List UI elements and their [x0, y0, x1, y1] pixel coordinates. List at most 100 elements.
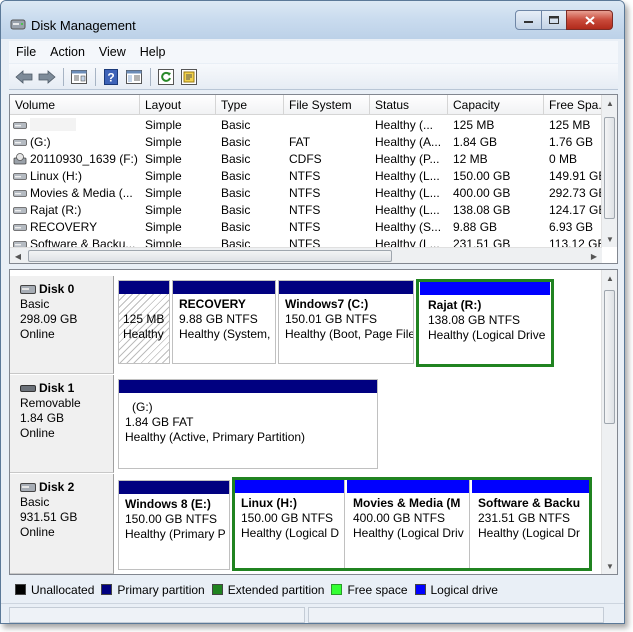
cell-layout: Simple	[145, 118, 182, 132]
partition-recovery[interactable]: RECOVERY 9.88 GB NTFS Healthy (System,	[172, 280, 276, 364]
partition-size: 400.00 GB NTFS	[353, 511, 446, 525]
legend-label: Primary partition	[117, 582, 205, 597]
menu-file[interactable]: File	[9, 45, 43, 59]
disk-info[interactable]: Disk 0 Basic 298.09 GB Online	[10, 276, 114, 374]
partition-title: Software & Backu	[478, 496, 581, 510]
minimize-icon	[524, 21, 533, 23]
disk-info[interactable]: Disk 1 Removable 1.84 GB Online	[10, 375, 114, 473]
title-bar[interactable]: Disk Management	[1, 1, 624, 39]
partition-status: Healthy (Logical D	[241, 526, 340, 540]
table-row[interactable]: Movies & Media (... Simple Basic NTFS Health…	[10, 185, 602, 202]
scrollbar-thumb[interactable]	[604, 117, 615, 219]
console-tree-button[interactable]	[123, 67, 145, 87]
partition-software-backup[interactable]: Software & Backu 231.51 GB NTFS Healthy …	[472, 480, 589, 568]
scroll-down-icon[interactable]: ▼	[602, 558, 617, 574]
scroll-left-icon[interactable]: ◀	[10, 248, 26, 263]
column-header-capacity[interactable]: Capacity	[448, 95, 544, 115]
partition-type-bar	[472, 480, 589, 493]
cell-free-space: 292.73 GB	[549, 186, 602, 200]
table-row[interactable]: Linux (H:) Simple Basic NTFS Healthy (L... 15…	[10, 168, 602, 185]
partition-movies-media[interactable]: Movies & Media (M 400.00 GB NTFS Healthy…	[347, 480, 470, 568]
maximize-button[interactable]	[541, 10, 567, 30]
menu-action[interactable]: Action	[43, 45, 92, 59]
toolbar-separator	[150, 67, 151, 86]
settings-icon	[181, 68, 197, 85]
disk-row: Disk 2 Basic 931.51 GB Online Windows 8 …	[10, 474, 602, 574]
partition-windows8[interactable]: Windows 8 (E:) 150.00 GB NTFS Healthy (P…	[118, 480, 230, 570]
cell-layout: Simple	[145, 152, 182, 166]
disk-row: Disk 0 Basic 298.09 GB Online 125 MB Hea…	[10, 276, 602, 374]
volume-drive-icon	[13, 207, 27, 214]
partition-size: 1.84 GB FAT	[125, 415, 194, 429]
partition-rajat[interactable]: Rajat (R:) 138.08 GB NTFS Healthy (Logic…	[420, 282, 550, 364]
minimize-button[interactable]	[515, 10, 542, 30]
scrollbar-thumb[interactable]	[28, 250, 392, 262]
cell-status: Healthy (S...	[375, 220, 442, 234]
extended-partition[interactable]: Linux (H:) 150.00 GB NTFS Healthy (Logic…	[232, 477, 592, 571]
partition-size: 125 MB	[123, 312, 165, 326]
refresh-button[interactable]	[155, 67, 177, 87]
help-button[interactable]: ?	[100, 67, 122, 87]
settings-button[interactable]	[178, 67, 200, 87]
table-row[interactable]: Simple Basic Healthy (... 125 MB 125 MB	[10, 117, 602, 134]
forward-button[interactable]	[36, 67, 58, 87]
volume-name: (G:)	[30, 135, 51, 149]
column-header-file-system[interactable]: File System	[284, 95, 370, 115]
partition-unlabeled[interactable]: 125 MB Healthy	[118, 280, 170, 364]
table-row[interactable]: RECOVERY Simple Basic NTFS Healthy (S... 9.88…	[10, 219, 602, 236]
refresh-icon	[158, 68, 174, 85]
column-header-volume[interactable]: Volume	[10, 95, 140, 115]
cell-free-space: 125 MB	[549, 118, 591, 132]
partition-body: Rajat (R:) 138.08 GB NTFS Healthy (Logic…	[420, 295, 550, 364]
cell-free-space: 6.93 GB	[549, 220, 594, 234]
scroll-right-icon[interactable]: ▶	[586, 248, 602, 263]
table-row[interactable]: Rajat (R:) Simple Basic NTFS Healthy (L... 13…	[10, 202, 602, 219]
scroll-up-icon[interactable]: ▲	[602, 95, 617, 111]
column-header-layout[interactable]: Layout	[140, 95, 216, 115]
properties-button[interactable]	[68, 67, 90, 87]
partition-size: 150.00 GB NTFS	[125, 512, 218, 526]
volume-drive-icon	[13, 122, 27, 129]
table-row[interactable]: 20110930_1639 (F:) Simple Basic CDFS Healthy…	[10, 151, 602, 168]
close-button[interactable]	[566, 10, 613, 30]
disk-info[interactable]: Disk 2 Basic 931.51 GB Online	[10, 474, 114, 574]
scrollbar-thumb[interactable]	[604, 290, 615, 424]
cell-volume: (G:)	[10, 134, 140, 151]
cell-volume: Rajat (R:)	[10, 202, 140, 219]
back-button[interactable]	[13, 67, 35, 87]
column-header-status[interactable]: Status	[370, 95, 448, 115]
cell-layout: Simple	[145, 220, 182, 234]
partition-linux[interactable]: Linux (H:) 150.00 GB NTFS Healthy (Logic…	[235, 480, 345, 568]
partition-size: 150.00 GB NTFS	[241, 511, 334, 525]
cell-capacity: 9.88 GB	[453, 220, 498, 234]
window-title: Disk Management	[31, 18, 136, 33]
partition-g[interactable]: (G:) 1.84 GB FAT Healthy (Active, Primar…	[118, 379, 378, 469]
legend-swatch	[101, 584, 113, 595]
volume-name: Rajat (R:)	[30, 203, 82, 217]
table-row[interactable]: (G:) Simple Basic FAT Healthy (A... 1.84 GB 1.…	[10, 134, 602, 151]
volume-list-horizontal-scrollbar[interactable]: ◀ ▶	[10, 247, 602, 263]
menu-help[interactable]: Help	[133, 45, 173, 59]
partition-size: 150.01 GB NTFS	[285, 312, 378, 326]
column-header-free-space[interactable]: Free Spa...	[544, 95, 602, 115]
disk-size: 1.84 GB	[20, 411, 65, 425]
partition-title: Windows7 (C:)	[285, 297, 369, 311]
legend-swatch	[331, 584, 343, 595]
legend-label: Extended partition	[227, 582, 325, 597]
scroll-down-icon[interactable]: ▼	[602, 231, 617, 247]
partition-title: RECOVERY	[179, 297, 246, 311]
volume-list-vertical-scrollbar[interactable]: ▲ ▼	[601, 95, 617, 247]
disk-panel-vertical-scrollbar[interactable]: ▲ ▼	[601, 270, 617, 574]
partition-body: Windows7 (C:) 150.01 GB NTFS Healthy (Bo…	[279, 294, 413, 363]
menu-bar: File Action View Help	[9, 41, 618, 63]
partition-windows7[interactable]: Windows7 (C:) 150.01 GB NTFS Healthy (Bo…	[278, 280, 414, 364]
menu-view[interactable]: View	[92, 45, 133, 59]
extended-partition[interactable]: Rajat (R:) 138.08 GB NTFS Healthy (Logic…	[416, 279, 554, 367]
column-header-type[interactable]: Type	[216, 95, 284, 115]
cd-drive-icon	[13, 153, 27, 165]
volume-name	[30, 118, 76, 131]
scroll-up-icon[interactable]: ▲	[602, 270, 617, 286]
disk-name: Disk 1	[20, 381, 113, 396]
legend-label: Logical drive	[430, 582, 498, 597]
status-cell	[308, 607, 604, 623]
